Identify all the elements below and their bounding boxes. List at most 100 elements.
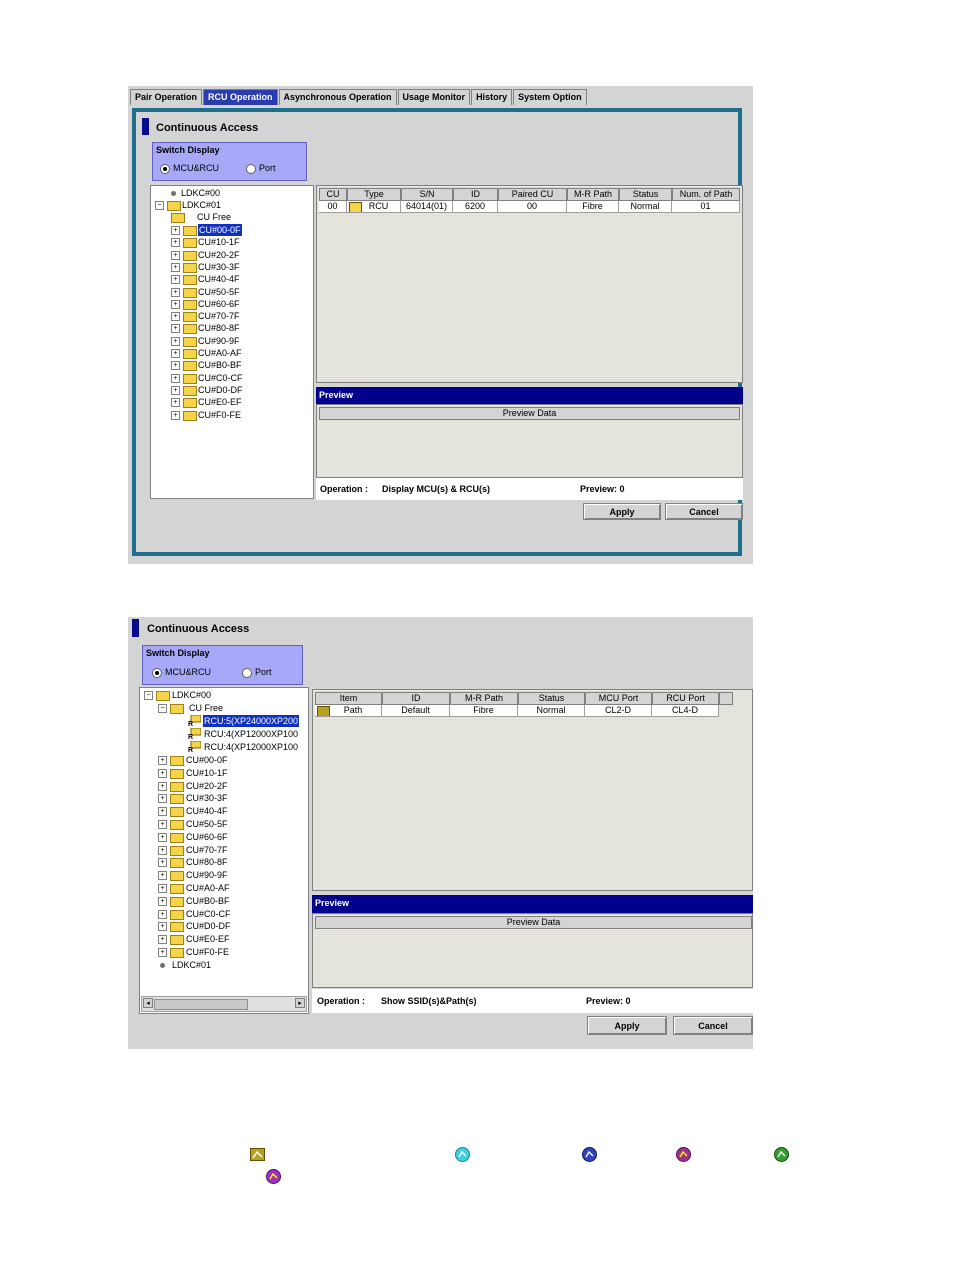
expand-icon[interactable]: +	[158, 781, 167, 791]
scroll-right-icon[interactable]: ▸	[295, 998, 305, 1008]
tab-system-option[interactable]: System Option	[513, 89, 587, 105]
title-accent-bar	[132, 619, 139, 637]
table-cell[interactable]: 01	[672, 201, 740, 213]
folder-icon	[183, 238, 197, 249]
table-cell[interactable]: 6200	[453, 201, 498, 213]
expand-icon[interactable]: +	[171, 275, 180, 285]
column-header[interactable]: CU	[319, 188, 347, 201]
cancel-button[interactable]: Cancel	[673, 1016, 753, 1035]
preview-data-header[interactable]: Preview Data	[319, 407, 740, 420]
column-header[interactable]: ID	[453, 188, 498, 201]
apply-button[interactable]: Apply	[587, 1016, 667, 1035]
expand-icon[interactable]: +	[171, 324, 180, 334]
tab-asynchronous-operation[interactable]: Asynchronous Operation	[278, 89, 397, 105]
tree-label: CU#80-8F	[198, 323, 240, 334]
cancel-button[interactable]: Cancel	[665, 503, 743, 520]
operation-bar: Operation : Show SSID(s)&Path(s) Preview…	[312, 989, 753, 1013]
table-cell[interactable]: 00	[319, 201, 347, 213]
expand-icon[interactable]: +	[171, 361, 180, 371]
table-cell[interactable]: Normal	[518, 705, 585, 717]
expand-icon[interactable]: +	[171, 299, 180, 309]
expand-icon[interactable]: +	[171, 410, 180, 420]
expand-icon[interactable]: +	[158, 935, 167, 945]
expand-icon[interactable]: +	[158, 807, 167, 817]
table-cell[interactable]: Path	[315, 705, 382, 717]
expand-icon[interactable]: +	[171, 312, 180, 322]
expand-icon[interactable]: +	[158, 871, 167, 881]
table-cell[interactable]: CL2-D	[585, 705, 652, 717]
expand-icon[interactable]: +	[171, 336, 180, 346]
expand-icon[interactable]: +	[171, 238, 180, 248]
tab-usage-monitor[interactable]: Usage Monitor	[397, 89, 471, 105]
collapse-icon[interactable]: −	[155, 201, 164, 210]
expand-icon[interactable]: +	[158, 794, 167, 804]
table-cell[interactable]: 00	[498, 201, 567, 213]
expand-icon[interactable]: +	[158, 896, 167, 906]
column-header[interactable]: S/N	[401, 188, 453, 201]
tab-pair-operation[interactable]: Pair Operation	[130, 89, 203, 105]
expand-icon[interactable]: +	[158, 922, 167, 932]
column-header[interactable]: M-R Path	[567, 188, 619, 201]
expand-icon[interactable]: +	[158, 820, 167, 829]
scroll-thumb[interactable]	[154, 999, 248, 1010]
preview-count: Preview: 0	[580, 484, 625, 494]
expand-icon[interactable]: +	[171, 349, 180, 358]
path-status-blue-icon	[582, 1147, 597, 1162]
preview-header: Preview	[312, 895, 753, 913]
content-frame: Continuous Access Switch Display MCU&RCU…	[132, 108, 743, 556]
expand-icon[interactable]: +	[171, 385, 180, 395]
tree-horizontal-scrollbar[interactable]: ◂ ▸	[141, 996, 307, 1012]
collapse-icon[interactable]: −	[158, 704, 167, 713]
column-header[interactable]: ID	[382, 692, 450, 705]
column-header[interactable]: Type	[347, 188, 401, 201]
column-header[interactable]: Paired CU	[498, 188, 567, 201]
radio-mcu-rcu[interactable]	[160, 164, 170, 174]
tree-label: CU#C0-CF	[198, 372, 243, 383]
apply-button[interactable]: Apply	[583, 503, 661, 520]
expand-icon[interactable]: +	[171, 262, 180, 272]
tree-label: CU#F0-FE	[198, 409, 242, 420]
preview-data-header[interactable]: Preview Data	[315, 916, 752, 929]
ldkc-tree: LDKC#00 − LDKC#01 CU Free + CU#00-0F + CU#1…	[150, 185, 314, 499]
expand-icon[interactable]: +	[171, 373, 180, 383]
radio-port[interactable]	[246, 164, 256, 174]
table-cell[interactable]: CL4-D	[652, 705, 719, 717]
folder-icon	[183, 361, 197, 372]
expand-icon[interactable]: +	[171, 287, 180, 297]
expand-icon[interactable]: +	[171, 250, 180, 260]
folder-icon	[170, 909, 184, 920]
column-header[interactable]: Status	[518, 692, 585, 705]
expand-icon[interactable]: +	[158, 909, 167, 919]
column-header[interactable]: Item	[315, 692, 382, 705]
expand-icon[interactable]: +	[158, 768, 167, 778]
switch-display-legend: Switch Display	[156, 145, 220, 155]
tab-rcu-operation[interactable]: RCU Operation	[203, 89, 278, 105]
table-cell[interactable]: RCU	[347, 201, 401, 213]
expand-icon[interactable]: +	[171, 226, 180, 235]
column-header[interactable]: Status	[619, 188, 672, 201]
column-header[interactable]: MCU Port	[585, 692, 652, 705]
table-cell[interactable]: Fibre	[450, 705, 518, 717]
tree-label: CU#A0-AF	[186, 883, 230, 893]
cell-text: Fibre	[473, 705, 494, 715]
table-cell[interactable]: Default	[382, 705, 450, 717]
column-header[interactable]: Num. of Path	[672, 188, 740, 201]
collapse-icon[interactable]: −	[144, 691, 153, 700]
tree-label: RCU:5(XP24000XP200	[203, 715, 300, 727]
tab-history[interactable]: History	[471, 89, 513, 105]
table-cell[interactable]: 64014(01)	[401, 201, 453, 213]
table-cell[interactable]: Fibre	[567, 201, 619, 213]
scroll-left-icon[interactable]: ◂	[143, 998, 153, 1008]
expand-icon[interactable]: +	[171, 398, 180, 408]
radio-port[interactable]	[242, 668, 252, 678]
expand-icon[interactable]: +	[158, 756, 167, 765]
column-header[interactable]: RCU Port	[652, 692, 719, 705]
expand-icon[interactable]: +	[158, 832, 167, 842]
column-header[interactable]: M-R Path	[450, 692, 518, 705]
expand-icon[interactable]: +	[158, 948, 167, 957]
expand-icon[interactable]: +	[158, 845, 167, 855]
expand-icon[interactable]: +	[158, 858, 167, 868]
expand-icon[interactable]: +	[158, 884, 167, 893]
table-cell[interactable]: Normal	[619, 201, 672, 213]
radio-mcu-rcu[interactable]	[152, 668, 162, 678]
